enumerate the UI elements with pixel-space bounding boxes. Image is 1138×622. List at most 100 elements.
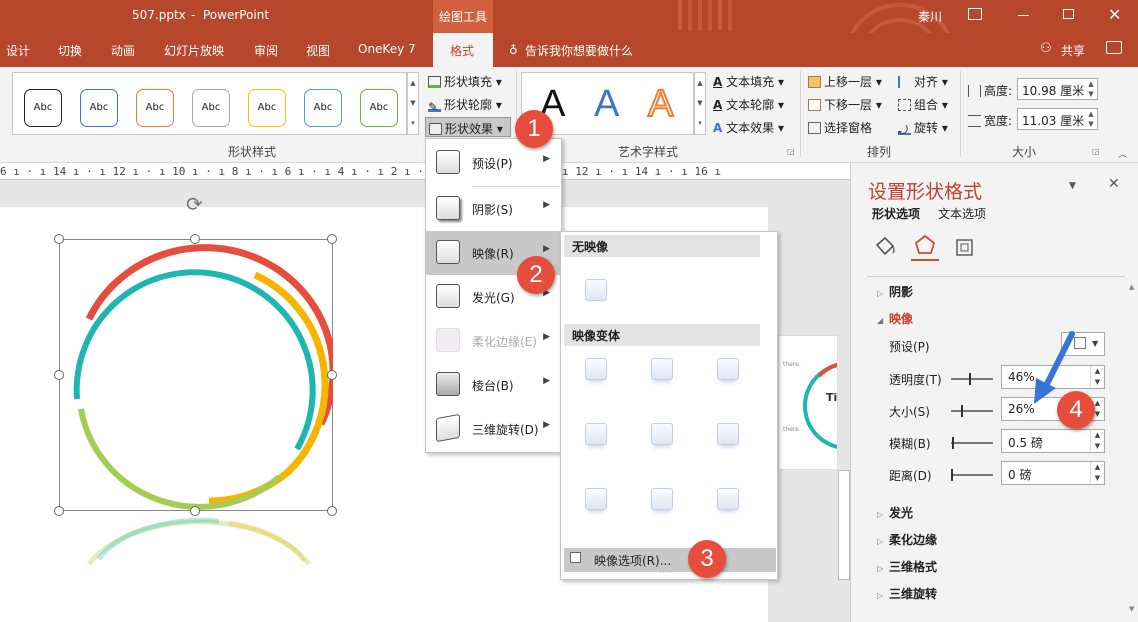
distance-input[interactable]: 0 磅 ▲ ▼ <box>1001 461 1105 485</box>
shape-style-thumb[interactable]: Abc <box>192 89 230 127</box>
tab-format[interactable]: 格式 <box>433 33 493 67</box>
shape-fill-button[interactable]: 形状填充 ▾ <box>428 73 502 90</box>
shape-style-thumb[interactable]: Abc <box>248 89 286 127</box>
resize-handle[interactable] <box>327 234 337 244</box>
slider-thumb[interactable] <box>969 373 971 385</box>
resize-handle[interactable] <box>327 370 337 380</box>
ring-shape[interactable] <box>59 239 333 579</box>
shape-style-thumb[interactable]: Abc <box>80 89 118 127</box>
bring-forward-button[interactable]: 上移一层 ▾ <box>808 73 882 90</box>
tab-animations[interactable]: 动画 <box>111 42 135 59</box>
rotate-button[interactable]: ⤾ 旋转 ▾ <box>898 119 948 137</box>
wordart-orange[interactable]: A <box>647 82 674 126</box>
spin-icon[interactable]: ▲ ▼ <box>1090 462 1104 484</box>
reflection-variant[interactable] <box>717 423 739 445</box>
tab-onekey[interactable]: OneKey 7 <box>358 42 416 56</box>
collapse-ribbon-icon[interactable]: ︿ <box>1118 147 1127 160</box>
shape-style-thumb[interactable]: Abc <box>136 89 174 127</box>
pane-scrollbar[interactable]: ▲ ▼ <box>1129 283 1137 613</box>
distance-slider[interactable] <box>951 469 993 481</box>
reflection-variant[interactable] <box>717 358 739 380</box>
width-spin-icon[interactable]: ▲ ▼ <box>1085 109 1097 129</box>
height-spin-icon[interactable]: ▲ ▼ <box>1085 79 1097 99</box>
tell-me-box[interactable]: 告诉我你想要做什么 <box>525 42 633 59</box>
vertical-scrollbar[interactable] <box>838 470 850 580</box>
text-effects-button[interactable]: A 文本效果 ▾ <box>713 119 784 136</box>
reflection-variant[interactable] <box>585 358 607 380</box>
shape-style-thumb[interactable]: Abc <box>304 89 342 127</box>
blur-slider[interactable] <box>951 437 993 449</box>
shape-style-thumb[interactable]: Abc <box>360 89 398 127</box>
menu-item-preset[interactable]: 预设(P) ▶ <box>426 141 560 185</box>
dialog-launcher-icon[interactable]: ◲ <box>787 147 795 156</box>
align-button[interactable]: 对齐 ▾ <box>898 73 948 90</box>
slider-thumb[interactable] <box>952 437 954 449</box>
no-reflection-option[interactable] <box>585 279 607 301</box>
section-3d-format[interactable]: ▷ 三维格式 <box>877 558 937 575</box>
text-fill-button[interactable]: A 文本填充 ▾ <box>713 73 784 90</box>
menu-item-3d-rotation[interactable]: 三维旋转(D) ▶ <box>426 407 560 451</box>
wordart-gallery-scroll[interactable]: ▲ ▼ ▾ <box>694 72 706 135</box>
spin-icon[interactable]: ▲ ▼ <box>1090 366 1104 388</box>
resize-handle[interactable] <box>54 370 64 380</box>
gallery-scroll[interactable]: ▲ ▼ ▾ <box>407 72 419 135</box>
tab-design[interactable]: 设计 <box>6 42 30 59</box>
section-glow[interactable]: ▷ 发光 <box>877 504 913 521</box>
section-shadow[interactable]: ▷ 阴影 <box>877 283 913 300</box>
comments-icon[interactable] <box>1106 41 1122 54</box>
resize-handle[interactable] <box>190 506 200 516</box>
tab-text-options[interactable]: 文本选项 <box>938 205 986 222</box>
scroll-down-icon[interactable]: ▼ <box>1129 605 1134 613</box>
ribbon-display-icon[interactable] <box>968 8 982 20</box>
width-input[interactable]: 11.03 厘米 ▲ ▼ <box>1017 108 1098 130</box>
slider-thumb[interactable] <box>961 405 963 417</box>
shape-styles-gallery[interactable]: Abc Abc Abc Abc Abc Abc Abc <box>12 72 407 135</box>
shape-outline-button[interactable]: ✎ 形状轮廓 ▾ <box>428 96 502 114</box>
pane-close-icon[interactable]: ✕ <box>1108 176 1120 192</box>
resize-handle[interactable] <box>190 234 200 244</box>
reflection-variant[interactable] <box>651 423 673 445</box>
reflection-variant[interactable] <box>585 488 607 510</box>
effects-pentagon-icon[interactable] <box>913 233 937 257</box>
section-soft-edges[interactable]: ▷ 柔化边缘 <box>877 531 937 548</box>
group-button[interactable]: 组合 ▾ <box>898 96 948 113</box>
spin-icon[interactable]: ▲ ▼ <box>1090 430 1104 452</box>
size-properties-icon[interactable] <box>953 235 977 257</box>
selection-pane-button[interactable]: 选择窗格 <box>808 119 872 136</box>
shape-effects-button[interactable]: 形状效果 ▾ <box>425 117 511 137</box>
tab-review[interactable]: 审阅 <box>254 42 278 59</box>
slider-thumb[interactable] <box>951 469 953 481</box>
user-name[interactable]: 秦川 <box>918 8 942 25</box>
next-slide-thumbnail[interactable]: there. Ti there. <box>778 335 838 470</box>
minimize-icon[interactable] <box>1018 15 1029 16</box>
resize-grip-icon[interactable]: ···· <box>659 568 673 577</box>
size-slider[interactable] <box>951 405 993 417</box>
menu-item-shadow[interactable]: 阴影(S) ▶ <box>426 187 560 231</box>
reflection-variant[interactable] <box>717 488 739 510</box>
reflection-variant[interactable] <box>585 423 607 445</box>
resize-handle[interactable] <box>54 234 64 244</box>
fill-line-icon[interactable] <box>873 235 897 257</box>
rotate-handle-icon[interactable]: ⟳ <box>186 192 203 216</box>
menu-item-bevel[interactable]: 棱台(B) ▶ <box>426 363 560 407</box>
share-button[interactable]: 共享 <box>1061 42 1085 59</box>
close-icon[interactable]: ✕ <box>1108 5 1121 24</box>
tab-slideshow[interactable]: 幻灯片放映 <box>164 42 224 59</box>
blur-input[interactable]: 0.5 磅 ▲ ▼ <box>1001 429 1105 453</box>
transparency-slider[interactable] <box>951 373 993 385</box>
reflection-variant[interactable] <box>651 488 673 510</box>
restore-icon[interactable] <box>1063 9 1074 19</box>
section-reflection[interactable]: ◢ 映像 <box>877 310 913 327</box>
wordart-blue[interactable]: A <box>594 83 619 126</box>
scroll-up-icon[interactable]: ▲ <box>1129 283 1134 291</box>
resize-handle[interactable] <box>54 506 64 516</box>
tab-transitions[interactable]: 切换 <box>58 42 82 59</box>
tab-shape-options[interactable]: 形状选项 <box>872 205 920 222</box>
send-backward-button[interactable]: 下移一层 ▾ <box>808 96 882 113</box>
pane-options-icon[interactable]: ▼ <box>1069 181 1076 191</box>
section-3d-rotation[interactable]: ▷ 三维旋转 <box>877 585 937 602</box>
tab-view[interactable]: 视图 <box>306 42 330 59</box>
resize-handle[interactable] <box>327 506 337 516</box>
text-outline-button[interactable]: A 文本轮廓 ▾ <box>713 96 784 113</box>
reflection-variant[interactable] <box>651 358 673 380</box>
